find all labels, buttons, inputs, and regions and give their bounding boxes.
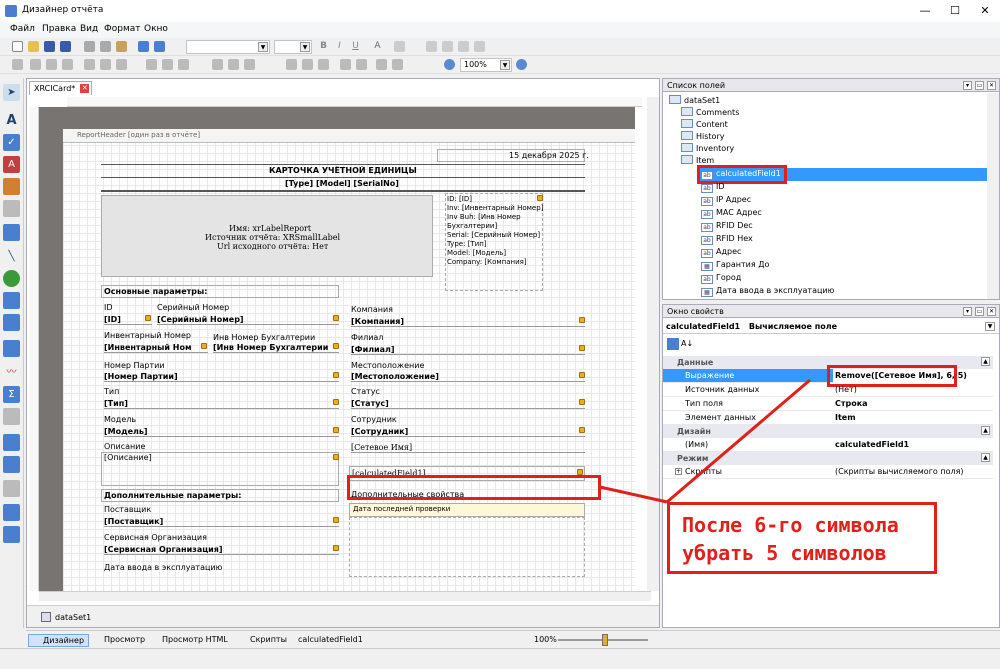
- annotation-line-1: После 6-го символа: [682, 513, 899, 537]
- bottom-bar: [0, 648, 1000, 669]
- arrow-line: [599, 485, 668, 504]
- arrow-line: [666, 378, 811, 504]
- annotation-line-2: убрать 5 символов: [682, 541, 887, 565]
- annotation-callout: После 6-го символа убрать 5 символов: [667, 502, 937, 574]
